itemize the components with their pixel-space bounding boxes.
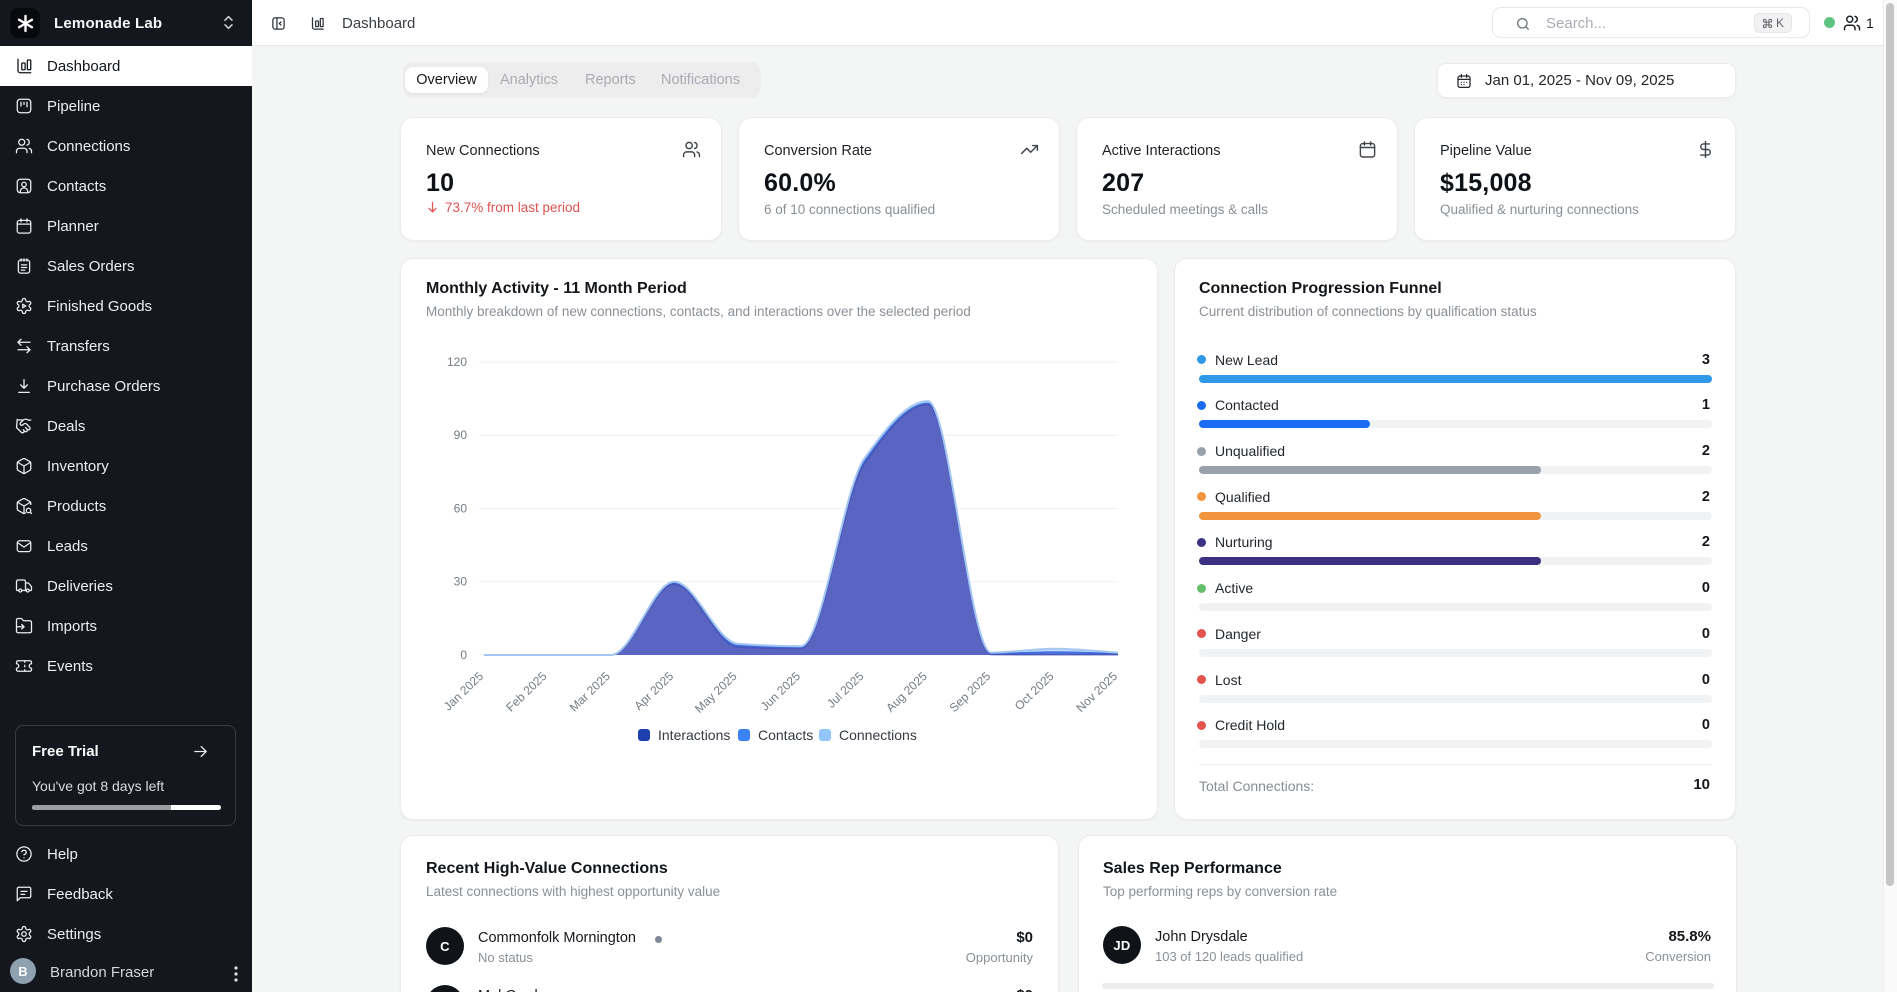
svg-text:Jan 2025: Jan 2025: [441, 669, 486, 714]
svg-text:60: 60: [454, 501, 468, 515]
svg-text:Oct 2025: Oct 2025: [1012, 669, 1057, 713]
svg-text:Sep 2025: Sep 2025: [947, 669, 994, 715]
svg-text:90: 90: [454, 428, 468, 442]
svg-text:0: 0: [460, 648, 467, 662]
svg-text:120: 120: [447, 355, 467, 369]
svg-text:May 2025: May 2025: [692, 669, 740, 716]
svg-text:Mar 2025: Mar 2025: [567, 669, 613, 715]
svg-text:Feb 2025: Feb 2025: [503, 669, 549, 715]
svg-text:Jul 2025: Jul 2025: [824, 669, 867, 711]
svg-text:Jun 2025: Jun 2025: [758, 669, 803, 714]
svg-text:Aug 2025: Aug 2025: [883, 669, 930, 715]
svg-text:30: 30: [454, 575, 468, 589]
svg-text:Apr 2025: Apr 2025: [632, 669, 677, 713]
svg-text:Nov 2025: Nov 2025: [1073, 669, 1120, 715]
